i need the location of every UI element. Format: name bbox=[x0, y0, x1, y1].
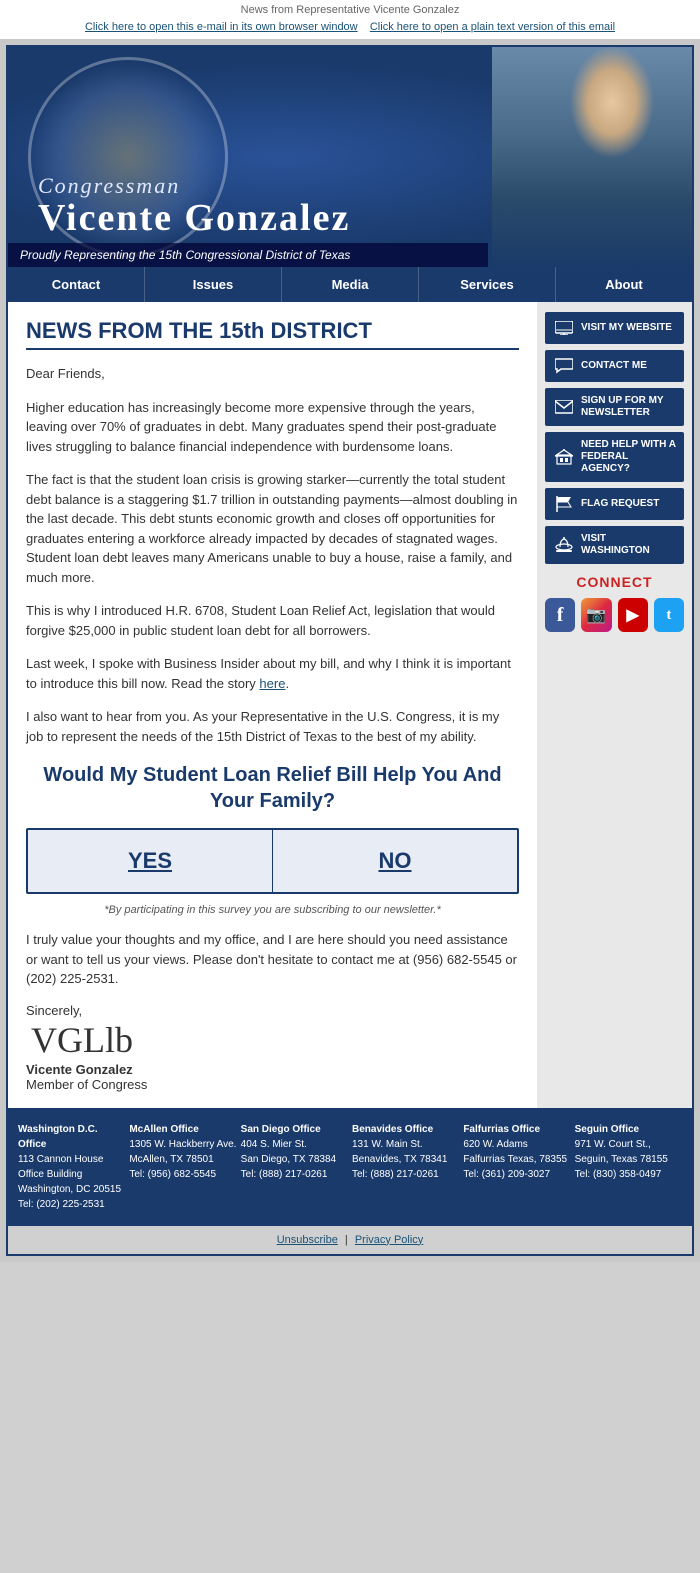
visit-website-btn[interactable]: VISIT MY WEBSITE bbox=[545, 312, 684, 344]
seguin-office-address: 971 W. Court St., Seguin, Texas 78155 bbox=[575, 1139, 668, 1165]
signee-title: Member of Congress bbox=[26, 1077, 519, 1092]
sandiego-office-address: 404 S. Mier St. bbox=[241, 1139, 307, 1150]
nav-services[interactable]: Services bbox=[419, 267, 556, 302]
sandiego-office-name: San Diego Office bbox=[241, 1122, 348, 1137]
falfurrias-office-address: 620 W. Adams bbox=[463, 1139, 527, 1150]
plain-link[interactable]: Click here to open a plain text version … bbox=[370, 21, 615, 33]
dc-office-name: Washington D.C. Office bbox=[18, 1122, 125, 1152]
unsubscribe-link[interactable]: Unsubscribe bbox=[277, 1234, 338, 1246]
footer-benavides-office: Benavides Office 131 W. Main St. Benavid… bbox=[352, 1122, 459, 1212]
preheader-text: News from Representative Vicente Gonzale… bbox=[241, 4, 460, 16]
nav-media[interactable]: Media bbox=[282, 267, 419, 302]
facebook-icon[interactable]: f bbox=[545, 598, 575, 632]
main-layout: NEWS FROM THE 15th DISTRICT Dear Friends… bbox=[8, 302, 692, 1108]
here-link[interactable]: here bbox=[259, 676, 285, 691]
browser-link[interactable]: Click here to open this e-mail in its ow… bbox=[85, 21, 358, 33]
no-button[interactable]: NO bbox=[273, 830, 517, 892]
twitter-icon[interactable]: t bbox=[654, 598, 684, 632]
newsletter-label: SIGN UP FOR MY NEWSLETTER bbox=[581, 395, 676, 419]
footer-mcallen-office: McAllen Office 1305 W. Hackberry Ave. Mc… bbox=[129, 1122, 236, 1212]
dome-icon bbox=[553, 536, 575, 554]
flag-request-btn[interactable]: FLAG REQUEST bbox=[545, 488, 684, 520]
seguin-office-tel: Tel: (830) 358-0497 bbox=[575, 1169, 662, 1180]
flag-icon bbox=[553, 495, 575, 513]
connect-label: CONNECT bbox=[545, 574, 684, 590]
youtube-icon[interactable]: ▶ bbox=[618, 598, 648, 632]
preheader: News from Representative Vicente Gonzale… bbox=[0, 0, 700, 18]
header-photo bbox=[492, 47, 692, 267]
paragraph-2: The fact is that the student loan crisis… bbox=[26, 470, 519, 587]
federal-agency-btn[interactable]: NEED HELP WITH A FEDERAL AGENCY? bbox=[545, 432, 684, 482]
falfurrias-office-tel: Tel: (361) 209-3027 bbox=[463, 1169, 550, 1180]
benavides-office-tel: Tel: (888) 217-0261 bbox=[352, 1169, 439, 1180]
closing-text: I truly value your thoughts and my offic… bbox=[26, 930, 519, 989]
falfurrias-office-city: Falfurrias Texas, 78355 bbox=[463, 1154, 567, 1165]
outer-wrapper: Congressman Vicente Gonzalez Proudly Rep… bbox=[0, 39, 700, 1262]
benavides-office-name: Benavides Office bbox=[352, 1122, 459, 1137]
sandiego-office-city: San Diego, TX 78384 bbox=[241, 1154, 336, 1165]
photo-person bbox=[492, 47, 692, 267]
mcallen-office-address: 1305 W. Hackberry Ave. bbox=[129, 1139, 236, 1150]
paragraph-4: Last week, I spoke with Business Insider… bbox=[26, 654, 519, 693]
header-text: Congressman Vicente Gonzalez bbox=[38, 173, 350, 237]
footer-falfurrias-office: Falfurrias Office 620 W. Adams Falfurria… bbox=[463, 1122, 570, 1212]
contact-me-btn[interactable]: CONTACT ME bbox=[545, 350, 684, 382]
footer-links: Unsubscribe | Privacy Policy bbox=[8, 1226, 692, 1254]
signature: VGLlb bbox=[26, 1022, 519, 1058]
seguin-office-name: Seguin Office bbox=[575, 1122, 682, 1137]
envelope-icon bbox=[553, 398, 575, 416]
falfurrias-office-name: Falfurrias Office bbox=[463, 1122, 570, 1137]
contact-me-label: CONTACT ME bbox=[581, 360, 647, 372]
header: Congressman Vicente Gonzalez Proudly Rep… bbox=[8, 47, 692, 267]
mcallen-office-city: McAllen, TX 78501 bbox=[129, 1154, 213, 1165]
congressman-name: Vicente Gonzalez bbox=[38, 199, 350, 237]
paragraph-5: I also want to hear from you. As your Re… bbox=[26, 707, 519, 746]
survey-note: *By participating in this survey you are… bbox=[26, 904, 519, 916]
footer: Washington D.C. Office 113 Cannon House … bbox=[8, 1108, 692, 1226]
mcallen-office-name: McAllen Office bbox=[129, 1122, 236, 1137]
instagram-icon[interactable]: 📷 bbox=[581, 598, 611, 632]
privacy-link[interactable]: Privacy Policy bbox=[355, 1234, 423, 1246]
nav-issues[interactable]: Issues bbox=[145, 267, 282, 302]
comment-icon bbox=[553, 357, 575, 375]
nav-contact[interactable]: Contact bbox=[8, 267, 145, 302]
mcallen-office-tel: Tel: (956) 682-5545 bbox=[129, 1169, 216, 1180]
congressman-label: Congressman bbox=[38, 173, 350, 199]
social-icons: f 📷 ▶ t bbox=[545, 598, 684, 632]
newsletter-btn[interactable]: SIGN UP FOR MY NEWSLETTER bbox=[545, 388, 684, 426]
survey-title: Would My Student Loan Relief Bill Help Y… bbox=[26, 762, 519, 814]
dc-office-tel: Tel: (202) 225-2531 bbox=[18, 1199, 105, 1210]
sincerely: Sincerely, bbox=[26, 1003, 519, 1018]
footer-sandiego-office: San Diego Office 404 S. Mier St. San Die… bbox=[241, 1122, 348, 1212]
footer-seguin-office: Seguin Office 971 W. Court St., Seguin, … bbox=[575, 1122, 682, 1212]
sandiego-office-tel: Tel: (888) 217-0261 bbox=[241, 1169, 328, 1180]
footer-dc-office: Washington D.C. Office 113 Cannon House … bbox=[18, 1122, 125, 1212]
greeting: Dear Friends, bbox=[26, 364, 519, 384]
paragraph-1: Higher education has increasingly become… bbox=[26, 398, 519, 457]
sidebar: VISIT MY WEBSITE CONTACT ME bbox=[537, 302, 692, 1108]
monitor-icon bbox=[553, 319, 575, 337]
flag-request-label: FLAG REQUEST bbox=[581, 498, 659, 510]
signee-name: Vicente Gonzalez bbox=[26, 1062, 519, 1077]
visit-washington-label: VISIT WASHINGTON bbox=[581, 533, 676, 557]
navigation: Contact Issues Media Services About bbox=[8, 267, 692, 302]
visit-washington-btn[interactable]: VISIT WASHINGTON bbox=[545, 526, 684, 564]
nav-about[interactable]: About bbox=[556, 267, 692, 302]
header-subtitle: Proudly Representing the 15th Congressio… bbox=[8, 243, 488, 267]
main-content: NEWS FROM THE 15th DISTRICT Dear Friends… bbox=[8, 302, 537, 1108]
email-container: Congressman Vicente Gonzalez Proudly Rep… bbox=[6, 45, 694, 1256]
survey-box: YES NO bbox=[26, 828, 519, 894]
visit-website-label: VISIT MY WEBSITE bbox=[581, 322, 672, 334]
paragraph-3: This is why I introduced H.R. 6708, Stud… bbox=[26, 601, 519, 640]
news-title: NEWS FROM THE 15th DISTRICT bbox=[26, 318, 519, 350]
top-links: Click here to open this e-mail in its ow… bbox=[0, 18, 700, 39]
benavides-office-city: Benavides, TX 78341 bbox=[352, 1154, 447, 1165]
federal-agency-label: NEED HELP WITH A FEDERAL AGENCY? bbox=[581, 439, 676, 475]
yes-button[interactable]: YES bbox=[28, 830, 273, 892]
dc-office-city: Washington, DC 20515 bbox=[18, 1184, 121, 1195]
benavides-office-address: 131 W. Main St. bbox=[352, 1139, 423, 1150]
separator: | bbox=[345, 1234, 348, 1246]
building-icon bbox=[553, 448, 575, 466]
dc-office-address: 113 Cannon House Office Building bbox=[18, 1154, 103, 1180]
